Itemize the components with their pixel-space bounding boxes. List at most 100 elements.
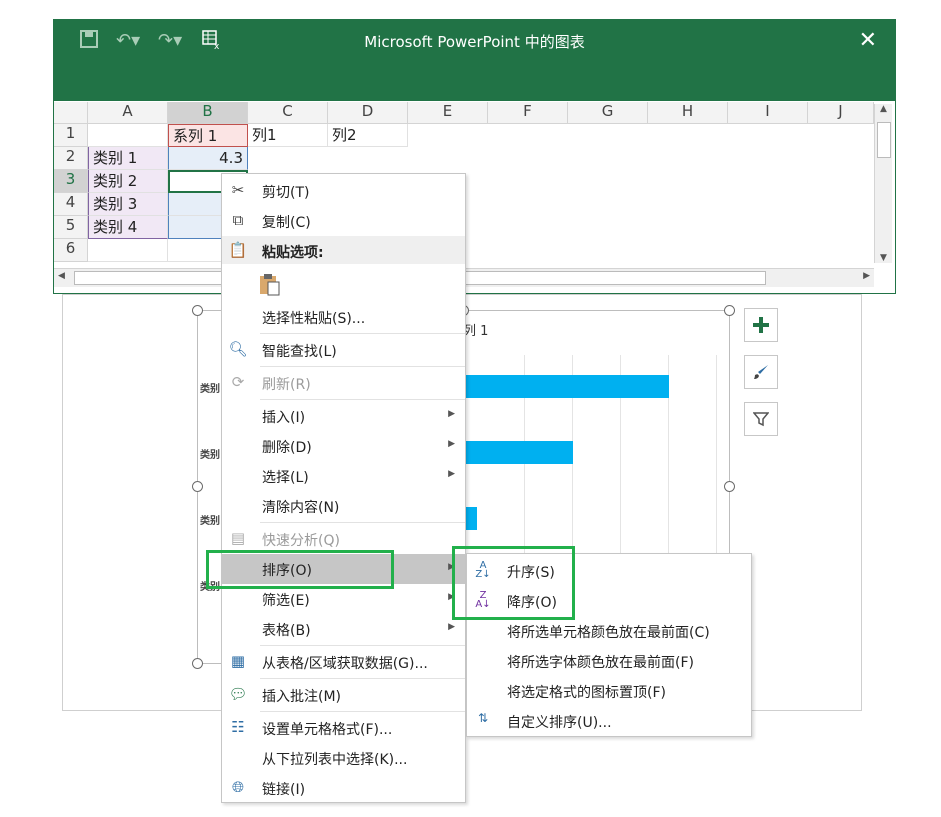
column-header[interactable]: I xyxy=(728,102,808,124)
resize-handle-middle-left[interactable] xyxy=(192,481,203,492)
filter-icon xyxy=(753,412,769,427)
column-header[interactable]: G xyxy=(568,102,648,124)
column-header[interactable]: J xyxy=(808,102,874,124)
window-title: Microsoft PowerPoint 中的图表 xyxy=(364,33,585,51)
cell-B1[interactable]: 系列 1 xyxy=(168,124,248,147)
custom-sort-icon: ⇅ xyxy=(477,711,489,725)
row-header[interactable]: 3 xyxy=(54,170,88,193)
copy-icon: ⧉ xyxy=(232,211,244,229)
context-menu: ✂ 剪切(T) ⧉ 复制(C) 📋 粘贴选项: 选择性粘贴(S)... 🔍︎ 智… xyxy=(221,173,466,803)
menu-item-link[interactable]: 🌐︎ 链接(I) xyxy=(222,773,465,803)
chart-bar[interactable] xyxy=(466,441,573,464)
menu-item-delete[interactable]: 删除(D) ▶ xyxy=(222,431,465,461)
row-header[interactable]: 4 xyxy=(54,193,88,216)
column-header[interactable]: D xyxy=(328,102,408,124)
resize-handle-top-left[interactable] xyxy=(192,305,203,316)
resize-handle-bottom-left[interactable] xyxy=(192,658,203,669)
submenu-arrow-icon: ▶ xyxy=(448,409,455,419)
cell-B2[interactable]: 4.3 xyxy=(168,147,248,170)
select-all-corner[interactable] xyxy=(54,102,88,124)
table-icon: ▦ xyxy=(230,652,246,670)
row-header[interactable]: 5 xyxy=(54,216,88,239)
chart-title[interactable]: 列 1 xyxy=(463,320,488,339)
submenu-arrow-icon: ▶ xyxy=(448,622,455,632)
paste-icon: 📋 xyxy=(228,241,248,259)
menu-item-sort-font-color-top[interactable]: 将所选字体颜色放在最前面(F) xyxy=(467,646,751,676)
menu-item-pick-from-list[interactable]: 从下拉列表中选择(K)... xyxy=(222,743,465,773)
column-header[interactable]: A xyxy=(88,102,168,124)
chart-elements-button[interactable] xyxy=(744,308,778,342)
resize-handle-top-right[interactable] xyxy=(724,305,735,316)
cell-A2[interactable]: 类别 1 xyxy=(88,147,168,170)
axis-category-label: 类别 xyxy=(200,516,220,527)
brush-icon xyxy=(754,365,768,379)
submenu-arrow-icon: ▶ xyxy=(448,439,455,449)
cell-A4[interactable]: 类别 3 xyxy=(88,193,168,216)
chart-filters-button[interactable] xyxy=(744,402,778,436)
refresh-icon: ⟳ xyxy=(231,373,245,391)
menu-item-copy[interactable]: ⧉ 复制(C) xyxy=(222,206,465,236)
scroll-thumb[interactable] xyxy=(877,122,891,158)
close-icon[interactable]: ✕ xyxy=(859,28,877,53)
highlight-box-sort-options xyxy=(452,546,575,620)
highlight-box-sort xyxy=(206,550,394,589)
title-bar: ↶▾ ↷▾ x Microsoft PowerPoint 中的图表 ✕ xyxy=(54,20,895,101)
submenu-arrow-icon: ▶ xyxy=(448,469,455,479)
row-header[interactable]: 2 xyxy=(54,147,88,170)
menu-separator xyxy=(260,522,465,523)
column-header[interactable]: B xyxy=(168,102,248,124)
menu-separator xyxy=(260,711,465,712)
link-icon: 🌐︎ xyxy=(231,778,244,796)
menu-item-table[interactable]: 表格(B) ▶ xyxy=(222,614,465,644)
row-header[interactable]: 1 xyxy=(54,124,88,147)
menu-item-insert-comment[interactable]: 💬︎ 插入批注(M) xyxy=(222,680,465,710)
cell-D1[interactable]: 列2 xyxy=(328,124,408,147)
menu-item-custom-sort[interactable]: ⇅ 自定义排序(U)... xyxy=(467,706,751,736)
chart-bar[interactable] xyxy=(466,507,477,530)
vertical-scrollbar[interactable]: ▲ ▼ xyxy=(874,104,892,263)
scroll-right-icon[interactable]: ▶ xyxy=(863,271,870,281)
cell-A5[interactable]: 类别 4 xyxy=(88,216,168,239)
axis-category-label: 类别 xyxy=(200,384,220,395)
scroll-left-icon[interactable]: ◀ xyxy=(58,271,65,281)
menu-item-sort-cell-color-top[interactable]: 将所选单元格颜色放在最前面(C) xyxy=(467,616,751,646)
comment-icon: 💬︎ xyxy=(228,685,248,703)
menu-header-paste-options: 📋 粘贴选项: xyxy=(222,236,465,264)
menu-separator xyxy=(260,333,465,334)
cell-A3[interactable]: 类别 2 xyxy=(88,170,168,193)
cell-A1[interactable] xyxy=(88,124,168,147)
menu-separator xyxy=(260,399,465,400)
menu-item-get-data-from-table[interactable]: ▦ 从表格/区域获取数据(G)... xyxy=(222,647,465,677)
menu-separator xyxy=(260,366,465,367)
menu-item-smart-lookup[interactable]: 🔍︎ 智能查找(L) xyxy=(222,335,465,365)
cell-C1[interactable]: 列1 xyxy=(248,124,328,147)
menu-item-insert[interactable]: 插入(I) ▶ xyxy=(222,401,465,431)
menu-item-format-cells[interactable]: ☷ 设置单元格格式(F)... xyxy=(222,713,465,743)
chart-data-window: ↶▾ ↷▾ x Microsoft PowerPoint 中的图表 ✕ A B … xyxy=(53,19,896,294)
chart-styles-button[interactable] xyxy=(744,355,778,389)
menu-item-sort-icon-top[interactable]: 将选定格式的图标置顶(F) xyxy=(467,676,751,706)
cell-A6[interactable] xyxy=(88,239,168,262)
search-icon: 🔍︎ xyxy=(228,340,248,358)
column-header[interactable]: F xyxy=(488,102,568,124)
scissors-icon: ✂ xyxy=(231,181,245,199)
column-header[interactable]: H xyxy=(648,102,728,124)
chart-bar[interactable] xyxy=(466,375,669,398)
scroll-down-icon[interactable]: ▼ xyxy=(875,253,892,263)
menu-item-refresh: ⟳ 刷新(R) xyxy=(222,368,465,398)
format-cells-icon: ☷ xyxy=(231,718,245,736)
menu-item-clear-contents[interactable]: 清除内容(N) xyxy=(222,491,465,521)
menu-separator xyxy=(260,678,465,679)
plus-icon xyxy=(753,317,769,333)
quick-analysis-icon: ▤ xyxy=(230,529,246,547)
paste-button[interactable] xyxy=(258,272,282,296)
menu-item-cut[interactable]: ✂ 剪切(T) xyxy=(222,176,465,206)
menu-item-paste-special[interactable]: 选择性粘贴(S)... xyxy=(222,302,465,332)
column-header[interactable]: E xyxy=(408,102,488,124)
row-header[interactable]: 6 xyxy=(54,239,88,262)
scroll-up-icon[interactable]: ▲ xyxy=(875,104,892,114)
column-header[interactable]: C xyxy=(248,102,328,124)
menu-separator xyxy=(260,645,465,646)
menu-item-select[interactable]: 选择(L) ▶ xyxy=(222,461,465,491)
resize-handle-middle-right[interactable] xyxy=(724,481,735,492)
